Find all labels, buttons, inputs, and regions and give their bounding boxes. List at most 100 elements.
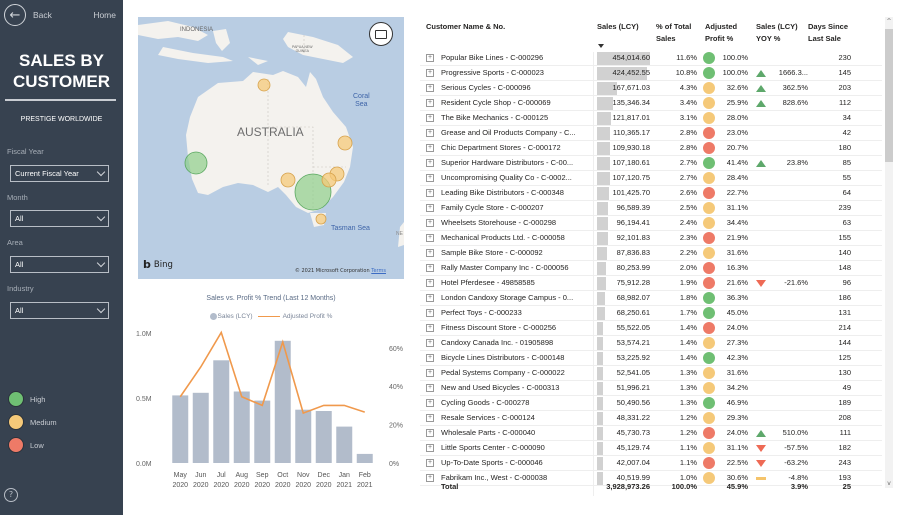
expand-row-icon[interactable]: + — [426, 174, 434, 182]
customer-map[interactable]: INDONESIA PAPUA NEW GUINEA Coral Sea AUS… — [138, 17, 404, 279]
sales-bar[interactable] — [254, 400, 271, 463]
table-row[interactable]: + Perfect Toys - C-000233 68,250.61 1.7% 45.… — [420, 306, 882, 321]
bubble-adelaide[interactable] — [280, 172, 296, 188]
table-row[interactable]: + Hotel Pferdesee - 49858585 75,912.28 1.9%… — [420, 276, 882, 291]
bubble-darwin[interactable] — [257, 78, 271, 92]
expand-row-icon[interactable]: + — [426, 234, 434, 242]
expand-row-icon[interactable]: + — [426, 339, 434, 347]
table-row[interactable]: + Uncompromising Quality Co - C-0002... 10… — [420, 171, 882, 186]
expand-row-icon[interactable]: + — [426, 69, 434, 77]
table-row[interactable]: + Cycling Goods - C-000278 50,490.56 1.3% 46… — [420, 396, 882, 411]
sales-bar[interactable] — [356, 453, 373, 463]
expand-row-icon[interactable]: + — [426, 249, 434, 257]
pct-total-value: 2.4% — [679, 218, 697, 227]
pct-total-value: 1.3% — [679, 398, 697, 407]
sales-bar[interactable] — [233, 391, 250, 464]
pct-total-value: 1.3% — [679, 368, 697, 377]
expand-row-icon[interactable]: + — [426, 159, 434, 167]
table-row[interactable]: + Sample Bike Store - C-000092 87,836.83 2.… — [420, 246, 882, 261]
table-row[interactable]: + Wholesale Parts - C-000040 45,730.73 1.2%… — [420, 426, 882, 441]
x-tick-month: Oct — [277, 472, 288, 479]
sales-bar[interactable] — [213, 360, 230, 463]
map-label-nz: NE — [396, 231, 403, 237]
header-adjusted-profit[interactable]: Adjusted Profit % — [705, 21, 737, 45]
sales-bar[interactable] — [315, 411, 332, 463]
table-row[interactable]: + Family Cycle Store - C-000207 96,589.39 2… — [420, 201, 882, 216]
expand-row-icon[interactable]: + — [426, 459, 434, 467]
table-row[interactable]: + Bicycle Lines Distributors - C-000148 53… — [420, 351, 882, 366]
table-row[interactable]: + Up-To-Date Sports - C-000046 42,007.04 1.… — [420, 456, 882, 471]
table-row[interactable]: + Chic Department Stores - C-000172 109,93… — [420, 141, 882, 156]
back-button[interactable]: ← Back — [4, 4, 52, 26]
expand-row-icon[interactable]: + — [426, 384, 434, 392]
terms-link[interactable]: Terms — [371, 268, 386, 274]
table-row[interactable]: + Rally Master Company Inc - C-000056 80,2… — [420, 261, 882, 276]
expand-row-icon[interactable]: + — [426, 219, 434, 227]
bubble-hobart[interactable] — [315, 213, 327, 225]
header-yoy[interactable]: Sales (LCY) YOY % — [756, 21, 798, 45]
expand-row-icon[interactable]: + — [426, 189, 434, 197]
focus-mode-button[interactable] — [369, 22, 393, 46]
scroll-up-icon[interactable]: ^ — [885, 18, 893, 25]
industry-dropdown[interactable]: All — [10, 302, 109, 319]
bubble-brisbane[interactable] — [337, 135, 353, 151]
table-row[interactable]: + Resident Cycle Shop - C-000069 135,346.3… — [420, 96, 882, 111]
expand-row-icon[interactable]: + — [426, 99, 434, 107]
sales-profit-chart[interactable]: 0.0M 0.5M 1.0M 0% 20% 40% 60% May 2020 Jun 2020 Jul… — [130, 325, 410, 500]
expand-row-icon[interactable]: + — [426, 324, 434, 332]
table-row[interactable]: + Mechanical Products Ltd. - C-000058 92,1… — [420, 231, 882, 246]
table-row[interactable]: + Popular Bike Lines - C-000296 454,014.60… — [420, 51, 882, 66]
table-row[interactable]: + Resale Services - C-000124 48,331.22 1.2%… — [420, 411, 882, 426]
expand-row-icon[interactable]: + — [426, 354, 434, 362]
table-row[interactable]: + The Bike Mechanics - C-000125 121,817.01… — [420, 111, 882, 126]
header-pct-total[interactable]: % of Total Sales — [656, 21, 691, 45]
sales-bar[interactable] — [192, 392, 209, 463]
header-customer[interactable]: Customer Name & No. — [426, 21, 505, 33]
expand-row-icon[interactable]: + — [426, 84, 434, 92]
sales-bar[interactable] — [336, 426, 353, 463]
scroll-thumb[interactable] — [885, 29, 893, 162]
fiscal-year-dropdown[interactable]: Current Fiscal Year — [10, 165, 109, 182]
expand-row-icon[interactable]: + — [426, 129, 434, 137]
table-row[interactable]: + Grease and Oil Products Company - C... 1… — [420, 126, 882, 141]
expand-row-icon[interactable]: + — [426, 54, 434, 62]
sales-bar[interactable] — [295, 409, 312, 463]
table-row[interactable]: + Little Sports Center - C-000090 45,129.7… — [420, 441, 882, 456]
kpi-high-icon — [703, 157, 715, 169]
help-icon[interactable]: ? — [4, 488, 18, 502]
expand-row-icon[interactable]: + — [426, 264, 434, 272]
expand-row-icon[interactable]: + — [426, 114, 434, 122]
table-row[interactable]: + Progressive Sports - C-000023 424,452.55… — [420, 66, 882, 81]
table-row[interactable]: + London Candoxy Storage Campus - 0... 68,… — [420, 291, 882, 306]
area-dropdown[interactable]: All — [10, 256, 109, 273]
expand-row-icon[interactable]: + — [426, 429, 434, 437]
table-row[interactable]: + New and Used Bicycles - C-000313 51,996.… — [420, 381, 882, 396]
month-dropdown[interactable]: All — [10, 210, 109, 227]
table-scrollbar[interactable]: ^ v — [885, 17, 893, 488]
expand-row-icon[interactable]: + — [426, 279, 434, 287]
total-yoy: 3.9% — [790, 482, 808, 491]
header-sales[interactable]: Sales (LCY) — [597, 21, 639, 33]
table-row[interactable]: + Wheelsets Storehouse - C-000298 96,194.4… — [420, 216, 882, 231]
table-row[interactable]: + Leading Bike Distributors - C-000348 101… — [420, 186, 882, 201]
sales-bar[interactable] — [172, 395, 189, 463]
home-button[interactable]: Home — [93, 10, 116, 20]
expand-row-icon[interactable]: + — [426, 444, 434, 452]
table-row[interactable]: + Candoxy Canada Inc. - 01905898 53,574.21… — [420, 336, 882, 351]
table-row[interactable]: + Superior Hardware Distributors - C-00..… — [420, 156, 882, 171]
table-row[interactable]: + Fitness Discount Store - C-000256 55,522… — [420, 321, 882, 336]
bubble-perth[interactable] — [184, 151, 208, 175]
x-tick-year: 2021 — [336, 482, 352, 489]
bubble-canberra[interactable] — [321, 172, 337, 188]
table-row[interactable]: + Pedal Systems Company - C-000022 52,541.… — [420, 366, 882, 381]
expand-row-icon[interactable]: + — [426, 294, 434, 302]
expand-row-icon[interactable]: + — [426, 309, 434, 317]
header-days[interactable]: Days Since Last Sale — [808, 21, 848, 45]
scroll-down-icon[interactable]: v — [885, 480, 893, 487]
expand-row-icon[interactable]: + — [426, 399, 434, 407]
expand-row-icon[interactable]: + — [426, 414, 434, 422]
expand-row-icon[interactable]: + — [426, 204, 434, 212]
expand-row-icon[interactable]: + — [426, 369, 434, 377]
expand-row-icon[interactable]: + — [426, 144, 434, 152]
table-row[interactable]: + Serious Cycles - C-000096 167,671.03 4.3%… — [420, 81, 882, 96]
